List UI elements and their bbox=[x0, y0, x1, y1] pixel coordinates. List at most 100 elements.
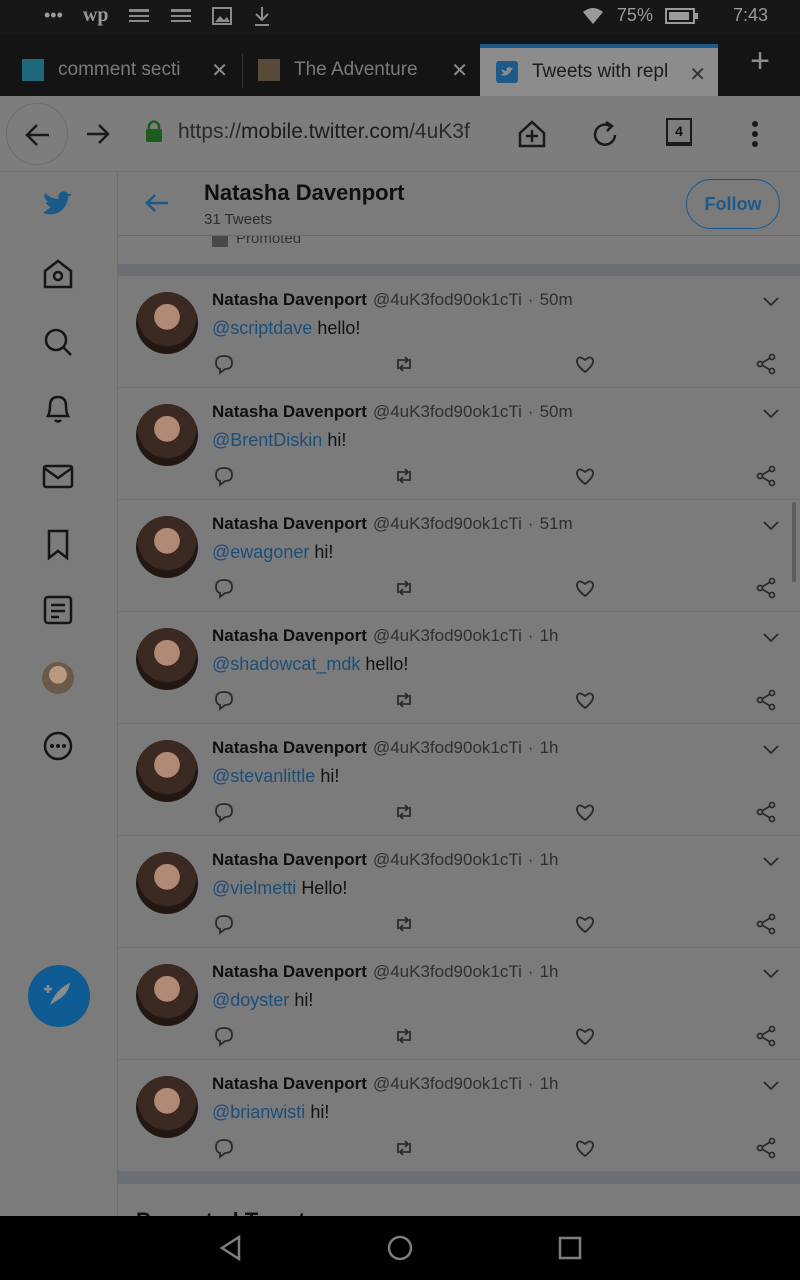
tweet-avatar[interactable] bbox=[136, 852, 198, 914]
tweet-mention-link[interactable]: @BrentDiskin bbox=[212, 430, 322, 450]
forward-button[interactable] bbox=[84, 120, 112, 148]
chevron-down-icon[interactable] bbox=[762, 742, 780, 756]
add-to-home-icon[interactable] bbox=[516, 118, 548, 150]
nav-recents-icon[interactable] bbox=[556, 1234, 584, 1262]
tweet-row[interactable]: Natasha Davenport @4uK3fod90ok1cTi · 50m @sc… bbox=[118, 276, 800, 388]
tweet-author-name[interactable]: Natasha Davenport bbox=[212, 1074, 367, 1093]
lists-icon[interactable] bbox=[40, 592, 76, 628]
reply-icon[interactable] bbox=[212, 1136, 236, 1160]
scrollbar[interactable] bbox=[792, 502, 796, 582]
tweet-timestamp[interactable]: 1h bbox=[540, 738, 559, 757]
home-icon[interactable] bbox=[40, 256, 76, 292]
share-icon[interactable] bbox=[754, 1024, 778, 1048]
retweet-icon[interactable] bbox=[392, 352, 416, 376]
tweet-author-handle[interactable]: @4uK3fod90ok1cTi bbox=[373, 738, 522, 757]
tab-tweets-with-replies[interactable]: Tweets with repl ✕ bbox=[480, 44, 718, 96]
like-icon[interactable] bbox=[573, 912, 597, 936]
tweet-author-handle[interactable]: @4uK3fod90ok1cTi bbox=[373, 962, 522, 981]
tweet-row[interactable]: Natasha Davenport @4uK3fod90ok1cTi · 50m @Br… bbox=[118, 388, 800, 500]
tweet-timestamp[interactable]: 50m bbox=[540, 402, 573, 421]
tweet-author-handle[interactable]: @4uK3fod90ok1cTi bbox=[373, 1074, 522, 1093]
bookmark-icon[interactable] bbox=[40, 526, 76, 562]
tweet-timestamp[interactable]: 1h bbox=[540, 962, 559, 981]
tweet-author-name[interactable]: Natasha Davenport bbox=[212, 962, 367, 981]
tweet-avatar[interactable] bbox=[136, 516, 198, 578]
like-icon[interactable] bbox=[573, 464, 597, 488]
tweet-timestamp[interactable]: 1h bbox=[540, 626, 559, 645]
share-icon[interactable] bbox=[754, 912, 778, 936]
tweet-author-name[interactable]: Natasha Davenport bbox=[212, 738, 367, 757]
like-icon[interactable] bbox=[573, 1136, 597, 1160]
tweet-mention-link[interactable]: @doyster bbox=[212, 990, 289, 1010]
tweet-author-name[interactable]: Natasha Davenport bbox=[212, 626, 367, 645]
profile-avatar[interactable] bbox=[42, 662, 74, 694]
twitter-logo-icon[interactable] bbox=[40, 186, 76, 222]
tweet-row[interactable]: Natasha Davenport @4uK3fod90ok1cTi · 1h @bri… bbox=[118, 1060, 800, 1172]
chevron-down-icon[interactable] bbox=[762, 1078, 780, 1092]
tweet-author-name[interactable]: Natasha Davenport bbox=[212, 850, 367, 869]
retweet-icon[interactable] bbox=[392, 1024, 416, 1048]
retweet-icon[interactable] bbox=[392, 800, 416, 824]
tweet-avatar[interactable] bbox=[136, 404, 198, 466]
chevron-down-icon[interactable] bbox=[762, 294, 780, 308]
tab-count-button[interactable]: 4 bbox=[666, 118, 692, 146]
like-icon[interactable] bbox=[573, 688, 597, 712]
reply-icon[interactable] bbox=[212, 800, 236, 824]
chevron-down-icon[interactable] bbox=[762, 630, 780, 644]
more-options-icon[interactable] bbox=[40, 728, 76, 764]
back-button[interactable] bbox=[6, 103, 68, 165]
tweet-timestamp[interactable]: 51m bbox=[540, 514, 573, 533]
chevron-down-icon[interactable] bbox=[762, 854, 780, 868]
retweet-icon[interactable] bbox=[392, 1136, 416, 1160]
share-icon[interactable] bbox=[754, 1136, 778, 1160]
share-icon[interactable] bbox=[754, 352, 778, 376]
tweet-timestamp[interactable]: 1h bbox=[540, 850, 559, 869]
tweet-author-handle[interactable]: @4uK3fod90ok1cTi bbox=[373, 514, 522, 533]
nav-back-icon[interactable] bbox=[217, 1234, 245, 1262]
retweet-icon[interactable] bbox=[392, 576, 416, 600]
notifications-bell-icon[interactable] bbox=[40, 390, 76, 426]
chevron-down-icon[interactable] bbox=[762, 406, 780, 420]
share-icon[interactable] bbox=[754, 576, 778, 600]
reply-icon[interactable] bbox=[212, 912, 236, 936]
tweet-timestamp[interactable]: 1h bbox=[540, 1074, 559, 1093]
tweet-mention-link[interactable]: @stevanlittle bbox=[212, 766, 315, 786]
url-field[interactable]: https://mobile.twitter.com/4uK3f bbox=[178, 120, 496, 144]
reply-icon[interactable] bbox=[212, 1024, 236, 1048]
like-icon[interactable] bbox=[573, 800, 597, 824]
chevron-down-icon[interactable] bbox=[762, 518, 780, 532]
tweet-timestamp[interactable]: 50m bbox=[540, 290, 573, 309]
tweet-mention-link[interactable]: @scriptdave bbox=[212, 318, 312, 338]
tab-comment-section[interactable]: comment secti ✕ bbox=[0, 44, 240, 96]
tweet-row[interactable]: Natasha Davenport @4uK3fod90ok1cTi · 1h @vie… bbox=[118, 836, 800, 948]
tweet-avatar[interactable] bbox=[136, 628, 198, 690]
tweet-author-handle[interactable]: @4uK3fod90ok1cTi bbox=[373, 626, 522, 645]
tweet-author-name[interactable]: Natasha Davenport bbox=[212, 402, 367, 421]
follow-button[interactable]: Follow bbox=[686, 179, 780, 229]
reply-icon[interactable] bbox=[212, 352, 236, 376]
reply-icon[interactable] bbox=[212, 464, 236, 488]
tweet-author-handle[interactable]: @4uK3fod90ok1cTi bbox=[373, 402, 522, 421]
tweet-author-name[interactable]: Natasha Davenport bbox=[212, 290, 367, 309]
back-arrow-icon[interactable] bbox=[144, 190, 170, 216]
share-icon[interactable] bbox=[754, 800, 778, 824]
tweet-avatar[interactable] bbox=[136, 1076, 198, 1138]
share-icon[interactable] bbox=[754, 688, 778, 712]
overflow-menu-icon[interactable] bbox=[745, 120, 765, 150]
tweet-author-handle[interactable]: @4uK3fod90ok1cTi bbox=[373, 850, 522, 869]
tweet-mention-link[interactable]: @brianwisti bbox=[212, 1102, 305, 1122]
like-icon[interactable] bbox=[573, 576, 597, 600]
tweet-avatar[interactable] bbox=[136, 740, 198, 802]
tweet-row[interactable]: Natasha Davenport @4uK3fod90ok1cTi · 1h @sha… bbox=[118, 612, 800, 724]
tweet-mention-link[interactable]: @ewagoner bbox=[212, 542, 309, 562]
new-tab-button[interactable]: + bbox=[750, 42, 770, 81]
compose-tweet-button[interactable] bbox=[28, 965, 90, 1027]
close-tab-icon[interactable]: ✕ bbox=[211, 58, 228, 83]
tweet-author-name[interactable]: Natasha Davenport bbox=[212, 514, 367, 533]
retweet-icon[interactable] bbox=[392, 912, 416, 936]
tab-adventures[interactable]: The Adventure ✕ bbox=[244, 44, 480, 96]
retweet-icon[interactable] bbox=[392, 688, 416, 712]
tweet-mention-link[interactable]: @shadowcat_mdk bbox=[212, 654, 360, 674]
reply-icon[interactable] bbox=[212, 576, 236, 600]
search-icon[interactable] bbox=[40, 324, 76, 360]
